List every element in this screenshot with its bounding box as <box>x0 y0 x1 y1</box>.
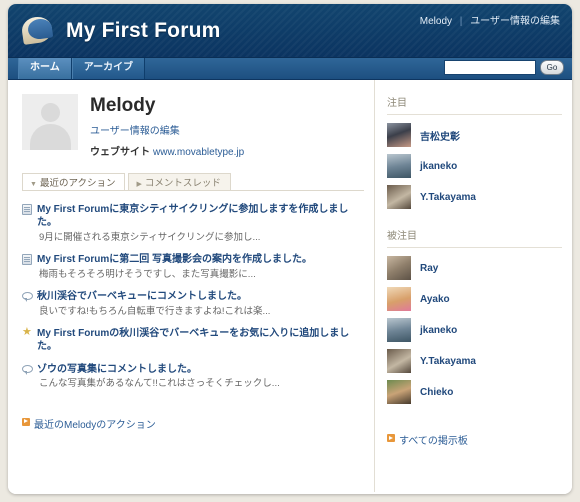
activity-title[interactable]: My First Forumの秋川渓谷でバーベキューをお気に入りに追加しました。 <box>37 327 364 354</box>
header-separator: | <box>459 16 463 27</box>
activity-snippet: 9月に開催される東京シティサイクリングに参加し... <box>39 231 261 243</box>
search-box: Go <box>444 60 564 75</box>
user-link[interactable]: jkaneko <box>420 161 457 172</box>
activity-title[interactable]: My First Forumに東京シティサイクリングに参加しますを作成しました。 <box>37 203 364 230</box>
more-actions-label: 最近のMelodyのアクション <box>34 419 156 431</box>
header-edit-profile-link[interactable]: ユーザー情報の編集 <box>470 16 560 27</box>
activity-title-link[interactable]: My First Forumに第二回 写真撮影会の案内を作成しました。 <box>37 254 312 265</box>
site-footer: POWERED BY MOVABLE TYPE™ <box>8 492 572 494</box>
followers-heading: 被注目 <box>387 227 562 248</box>
following-heading: 注目 <box>387 94 562 115</box>
profile-website-link[interactable]: www.movabletype.jp <box>153 147 244 158</box>
all-boards-link[interactable]: すべての掲示板 <box>387 432 468 447</box>
primary-nav: ホーム アーカイブ Go <box>8 58 572 80</box>
list-item: ★ My First Forumの秋川渓谷でバーベキューをお気に入りに追加しまし… <box>22 325 364 354</box>
list-item[interactable]: jkaneko <box>387 154 562 178</box>
header-username-link[interactable]: Melody <box>420 16 452 27</box>
following-block: 注目 吉松史彰 jkaneko Y.Takayama <box>387 94 562 209</box>
list-item: My First Forumに第二回 写真撮影会の案内を作成しました。 梅雨もそ… <box>22 253 364 281</box>
list-item[interactable]: Ayako <box>387 287 562 311</box>
header-user-links: Melody | ユーザー情報の編集 <box>420 12 560 27</box>
sidebar: 注目 吉松史彰 jkaneko Y.Takayama 被注目 Ray Ayako… <box>374 80 572 492</box>
speech-bubble-logo-icon <box>20 12 58 50</box>
user-link[interactable]: Y.Takayama <box>420 356 476 367</box>
page-icon <box>22 254 32 266</box>
avatar <box>387 380 411 404</box>
user-link[interactable]: Ayako <box>420 294 450 305</box>
avatar <box>387 349 411 373</box>
site-header: My First Forum Melody | ユーザー情報の編集 <box>8 4 572 58</box>
activity-title-link[interactable]: 秋川渓谷でバーベキューにコメントしました。 <box>37 291 247 302</box>
followers-block: 被注目 Ray Ayako jkaneko Y.Takayama Chieko <box>387 227 562 404</box>
user-link[interactable]: Chieko <box>420 387 453 398</box>
tab-recent-actions-label: 最近のアクション <box>39 177 116 189</box>
avatar <box>387 123 411 147</box>
user-link[interactable]: jkaneko <box>420 325 457 336</box>
main-column: Melody ユーザー情報の編集 ウェブサイト www.movabletype.j… <box>8 80 374 492</box>
search-go-button[interactable]: Go <box>540 60 564 75</box>
list-item: ゾウの写真集にコメントしました。 こんな写真集があるなんて!!これはさっそくチェ… <box>22 363 364 391</box>
comment-icon <box>22 292 33 303</box>
arrow-right-icon <box>387 434 395 442</box>
activity-title-link[interactable]: ゾウの写真集にコメントしました。 <box>37 364 197 375</box>
list-item[interactable]: 吉松史彰 <box>387 123 562 147</box>
activity-title[interactable]: ゾウの写真集にコメントしました。 <box>37 363 364 377</box>
activity-title-link[interactable]: My First Forumの秋川渓谷でバーベキューをお気に入りに追加しました。 <box>37 328 349 353</box>
search-input[interactable] <box>444 60 536 75</box>
list-item[interactable]: Y.Takayama <box>387 185 562 209</box>
user-link[interactable]: Y.Takayama <box>420 192 476 203</box>
avatar <box>387 287 411 311</box>
list-item: 秋川渓谷でバーベキューにコメントしました。 良いですね!もちろん自転車で行きます… <box>22 290 364 318</box>
tab-recent-actions[interactable]: ▼ 最近のアクション <box>22 172 126 190</box>
brand[interactable]: My First Forum <box>20 12 220 50</box>
profile-info: Melody ユーザー情報の編集 ウェブサイト www.movabletype.j… <box>90 94 244 158</box>
avatar <box>387 154 411 178</box>
activity-title[interactable]: My First Forumに第二回 写真撮影会の案内を作成しました。 <box>37 253 364 267</box>
user-link[interactable]: 吉松史彰 <box>420 128 460 143</box>
nav-tab-home[interactable]: ホーム <box>18 58 72 79</box>
list-item: My First Forumに東京シティサイクリングに参加しますを作成しました。… <box>22 203 364 244</box>
profile-block: Melody ユーザー情報の編集 ウェブサイト www.movabletype.j… <box>22 94 364 158</box>
profile-avatar <box>22 94 78 150</box>
page-icon <box>22 203 32 215</box>
activity-title-link[interactable]: My First Forumに東京シティサイクリングに参加しますを作成しました。 <box>37 204 348 229</box>
all-boards-label: すべての掲示板 <box>399 436 468 447</box>
list-item[interactable]: Y.Takayama <box>387 349 562 373</box>
profile-website-row: ウェブサイト www.movabletype.jp <box>90 143 244 158</box>
list-item[interactable]: Chieko <box>387 380 562 404</box>
content-tabs: ▼ 最近のアクション ▶ コメントスレッド <box>22 172 364 191</box>
user-link[interactable]: Ray <box>420 263 438 274</box>
nav-tab-archive[interactable]: アーカイブ <box>71 58 146 79</box>
caret-down-icon: ▼ <box>30 180 37 188</box>
activity-snippet: 良いですね!もちろん自転車で行きますよね!これは楽... <box>39 305 271 317</box>
list-item[interactable]: Ray <box>387 256 562 280</box>
profile-website-label: ウェブサイト <box>90 146 150 158</box>
arrow-right-icon <box>22 417 30 426</box>
list-item[interactable]: jkaneko <box>387 318 562 342</box>
activity-title[interactable]: 秋川渓谷でバーベキューにコメントしました。 <box>37 290 364 304</box>
caret-right-icon: ▶ <box>136 180 142 188</box>
content-area: Melody ユーザー情報の編集 ウェブサイト www.movabletype.j… <box>8 80 572 492</box>
site-title: My First Forum <box>66 19 221 42</box>
avatar <box>387 256 411 280</box>
avatar <box>387 185 411 209</box>
activity-snippet: こんな写真集があるなんて!!これはさっそくチェックし... <box>39 378 280 390</box>
avatar <box>387 318 411 342</box>
tab-comment-threads-label: コメントスレッド <box>144 177 221 189</box>
star-icon: ★ <box>22 325 32 338</box>
app-shell: My First Forum Melody | ユーザー情報の編集 ホーム アー… <box>8 4 572 494</box>
more-actions-link[interactable]: 最近のMelodyのアクション <box>22 416 156 431</box>
activity-list: My First Forumに東京シティサイクリングに参加しますを作成しました。… <box>22 203 364 391</box>
activity-snippet: 梅雨もそろそろ明けそうですし、また写真撮影に... <box>39 268 256 280</box>
comment-icon <box>22 364 33 375</box>
profile-name: Melody <box>90 95 156 116</box>
profile-edit-link[interactable]: ユーザー情報の編集 <box>90 122 244 137</box>
tab-comment-threads[interactable]: ▶ コメントスレッド <box>128 172 231 190</box>
page-root: My First Forum Melody | ユーザー情報の編集 ホーム アー… <box>0 0 580 502</box>
